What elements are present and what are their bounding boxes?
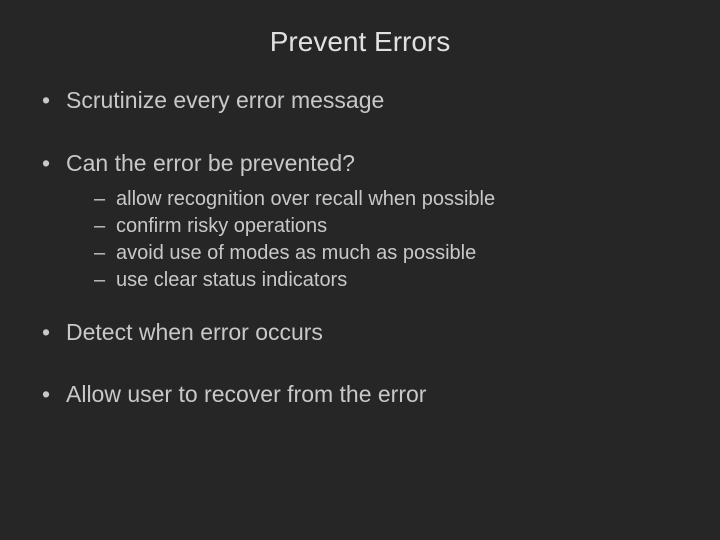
bullet-item: Can the error be prevented? allow recogn…: [40, 149, 680, 294]
sub-bullet-text: avoid use of modes as much as possible: [116, 242, 476, 264]
slide: Prevent Errors Scrutinize every error me…: [0, 0, 720, 540]
sub-bullet-item: confirm risky operations: [94, 213, 680, 240]
sub-bullet-item: use clear status indicators: [94, 267, 680, 294]
bullet-item: Scrutinize every error message: [40, 86, 680, 115]
bullet-text: Detect when error occurs: [66, 319, 323, 345]
sub-bullet-text: allow recognition over recall when possi…: [116, 188, 495, 210]
bullet-text: Can the error be prevented?: [66, 150, 355, 176]
bullet-text: Allow user to recover from the error: [66, 381, 426, 407]
bullet-list: Scrutinize every error message Can the e…: [40, 86, 680, 409]
sub-bullet-list: allow recognition over recall when possi…: [66, 186, 680, 294]
bullet-item: Allow user to recover from the error: [40, 380, 680, 409]
sub-bullet-text: confirm risky operations: [116, 215, 327, 237]
bullet-text: Scrutinize every error message: [66, 87, 384, 113]
sub-bullet-item: allow recognition over recall when possi…: [94, 186, 680, 213]
sub-bullet-text: use clear status indicators: [116, 269, 347, 291]
sub-bullet-item: avoid use of modes as much as possible: [94, 240, 680, 267]
slide-title: Prevent Errors: [40, 26, 680, 58]
bullet-item: Detect when error occurs: [40, 318, 680, 347]
